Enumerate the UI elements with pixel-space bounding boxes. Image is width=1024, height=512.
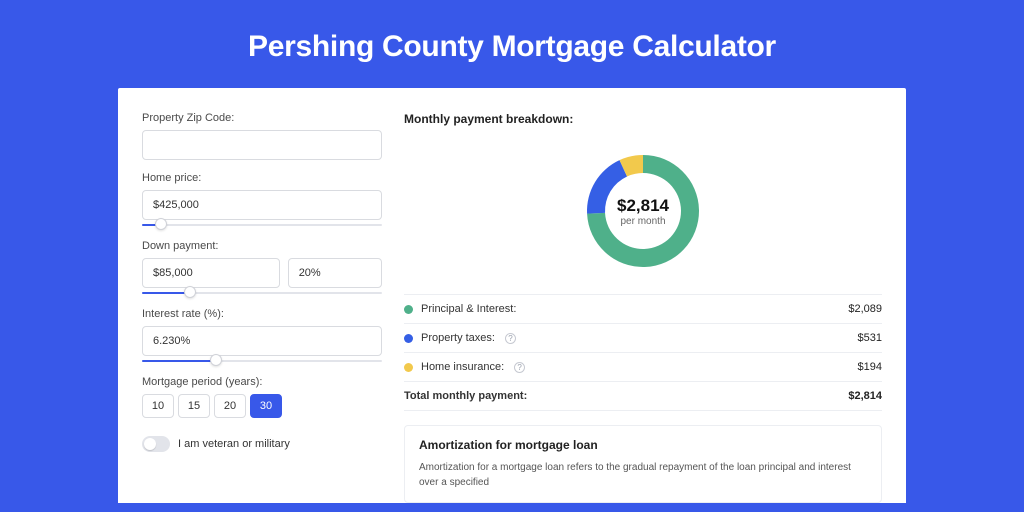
mortgage-period-option-10[interactable]: 10	[142, 394, 174, 418]
interest-rate-label: Interest rate (%):	[142, 308, 382, 320]
donut-chart: $2,814 per month	[581, 149, 705, 273]
swatch-blue	[404, 334, 413, 343]
interest-rate-block: Interest rate (%):	[142, 308, 382, 364]
legend: Principal & Interest: $2,089 Property taxe…	[404, 294, 882, 411]
down-payment-slider[interactable]	[142, 290, 382, 296]
mortgage-period-option-15[interactable]: 15	[178, 394, 210, 418]
home-price-slider[interactable]	[142, 222, 382, 228]
down-payment-input[interactable]	[142, 258, 280, 288]
legend-row-blue: Property taxes:? $531	[404, 324, 882, 353]
donut-center-sub: per month	[620, 216, 665, 227]
info-icon[interactable]: ?	[505, 333, 516, 344]
legend-row-yellow: Home insurance:? $194	[404, 353, 882, 382]
home-price-block: Home price:	[142, 172, 382, 228]
veteran-toggle-label: I am veteran or military	[178, 438, 290, 450]
form-column: Property Zip Code: Home price: Down paym…	[142, 112, 382, 503]
zip-input[interactable]	[142, 130, 382, 160]
swatch-green	[404, 305, 413, 314]
calculator-card: Property Zip Code: Home price: Down paym…	[118, 88, 906, 503]
donut-chart-wrap: $2,814 per month	[404, 136, 882, 286]
home-price-input[interactable]	[142, 190, 382, 220]
amortization-card: Amortization for mortgage loan Amortizat…	[404, 425, 882, 503]
down-payment-pct-input[interactable]	[288, 258, 382, 288]
down-payment-block: Down payment:	[142, 240, 382, 296]
info-icon[interactable]: ?	[514, 362, 525, 373]
zip-label: Property Zip Code:	[142, 112, 382, 124]
mortgage-period-block: Mortgage period (years): 10152030	[142, 376, 382, 418]
zip-field-block: Property Zip Code:	[142, 112, 382, 160]
legend-total-label: Total monthly payment:	[404, 390, 527, 402]
legend-row-green: Principal & Interest: $2,089	[404, 295, 882, 324]
legend-value: $2,089	[848, 303, 882, 315]
legend-label: Property taxes:	[421, 332, 495, 344]
veteran-toggle[interactable]	[142, 436, 170, 452]
down-payment-label: Down payment:	[142, 240, 382, 252]
interest-rate-input[interactable]	[142, 326, 382, 356]
home-price-label: Home price:	[142, 172, 382, 184]
mortgage-period-option-30[interactable]: 30	[250, 394, 282, 418]
breakdown-column: Monthly payment breakdown: $2,814 per mo…	[404, 112, 882, 503]
legend-total-value: $2,814	[848, 390, 882, 402]
veteran-toggle-row: I am veteran or military	[142, 436, 382, 452]
legend-label: Home insurance:	[421, 361, 504, 373]
page-title: Pershing County Mortgage Calculator	[0, 0, 1024, 88]
legend-label: Principal & Interest:	[421, 303, 516, 315]
breakdown-title: Monthly payment breakdown:	[404, 112, 882, 126]
mortgage-period-label: Mortgage period (years):	[142, 376, 382, 388]
donut-center-amount: $2,814	[617, 196, 669, 216]
mortgage-period-option-20[interactable]: 20	[214, 394, 246, 418]
legend-value: $194	[858, 361, 882, 373]
interest-rate-slider[interactable]	[142, 358, 382, 364]
amortization-text: Amortization for a mortgage loan refers …	[419, 460, 867, 490]
legend-row-total: Total monthly payment: $2,814	[404, 382, 882, 411]
amortization-title: Amortization for mortgage loan	[419, 438, 867, 452]
swatch-yellow	[404, 363, 413, 372]
legend-value: $531	[858, 332, 882, 344]
